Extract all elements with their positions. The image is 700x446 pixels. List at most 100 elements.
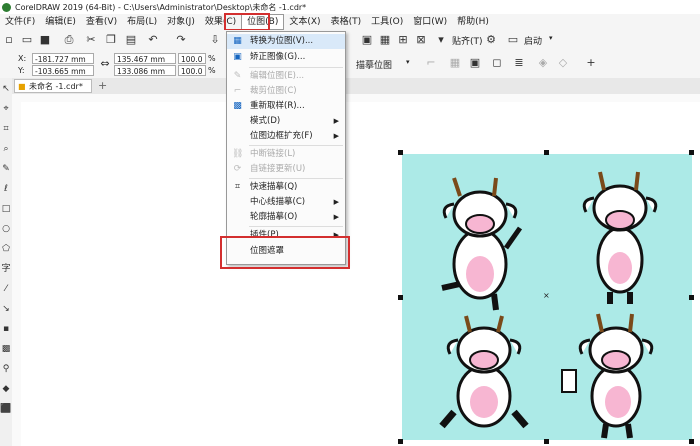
menu-item-quick-trace[interactable]: ⌗ 快速描摹(Q) [227, 180, 345, 195]
menu-edit[interactable]: 编辑(E) [40, 14, 81, 30]
x-position-field[interactable]: -181.727 mm [32, 53, 94, 64]
shape-tool-icon[interactable]: ⌖ [0, 102, 12, 116]
resample-toolbar-icon[interactable]: ▣ [468, 56, 482, 70]
cut-icon[interactable]: ✂ [84, 33, 98, 47]
import-icon[interactable]: ⇩ [208, 33, 222, 47]
menu-window[interactable]: 窗口(W) [408, 14, 452, 30]
menu-separator [249, 145, 343, 146]
cow-sad [582, 171, 658, 304]
menu-item-mode[interactable]: 模式(D) ▶ [227, 114, 345, 129]
open-folder-icon[interactable]: ▭ [20, 33, 34, 47]
menu-item-centerline-trace[interactable]: 中心线描摹(C) ▶ [227, 195, 345, 210]
zoom-tool-icon[interactable]: ⌕ [0, 142, 12, 156]
menu-table[interactable]: 表格(T) [326, 14, 367, 30]
menu-item-edit-bitmap[interactable]: ✎ 编辑位图(E)... [227, 69, 345, 84]
document-tab[interactable]: ■ 未命名 -1.cdr* [14, 79, 92, 93]
ellipse-tool-icon[interactable]: ○ [0, 222, 12, 236]
redo-icon[interactable]: ↷ [174, 33, 188, 47]
stack-icon[interactable]: ◇ [556, 56, 570, 70]
menu-item-resample[interactable]: ▩ 重新取样(R)... [227, 99, 345, 114]
options-gear-icon[interactable]: ⚙ [484, 33, 498, 47]
full-screen-icon[interactable]: ▣ [360, 33, 374, 47]
convert-bitmap-icon: ▦ [233, 36, 242, 46]
pick-tool-icon[interactable]: ↖ [0, 82, 12, 96]
y-position-field[interactable]: -103.665 mm [32, 65, 94, 76]
selection-handle-top[interactable] [544, 150, 549, 155]
paste-icon[interactable]: ▤ [124, 33, 138, 47]
scale-width-field[interactable]: 100.0 [178, 53, 206, 64]
snap-icon[interactable]: ⊠ [414, 33, 428, 47]
center-marker-icon: × [543, 291, 550, 300]
menu-item-outline-trace[interactable]: 轮廓描摹(O) ▶ [227, 210, 345, 225]
trace-bitmap-button[interactable]: 描摹位图 [356, 58, 392, 71]
selection-handle-left[interactable] [398, 295, 403, 300]
selection-handle-top-right[interactable] [689, 150, 694, 155]
interactive-fill-icon[interactable]: ◆ [0, 382, 12, 396]
document-tab-label: 未命名 -1.cdr* [29, 82, 83, 91]
highlight-box-bitmap-menu [224, 13, 270, 31]
freehand-tool-icon[interactable]: ✎ [0, 162, 12, 176]
wrap-text-icon[interactable]: ≣ [512, 56, 526, 70]
launch-dropdown-icon[interactable]: ▾ [549, 34, 553, 42]
trace-dropdown-icon[interactable]: ▾ [406, 58, 410, 66]
selection-handle-bottom-left[interactable] [398, 439, 403, 444]
new-document-icon[interactable]: ▫ [2, 33, 16, 47]
smart-fill-icon[interactable]: ⬛ [0, 402, 12, 416]
size-icon: ⇔ [100, 57, 110, 70]
undo-icon[interactable]: ↶ [146, 33, 160, 47]
snap-to-button[interactable]: 贴齐(T) [452, 34, 483, 47]
copy-icon[interactable]: ❐ [104, 33, 118, 47]
crop-bitmap-icon: ⌐ [233, 86, 242, 96]
menu-item-break-link[interactable]: ⛓ 中断链接(L) [227, 147, 345, 162]
menu-item-bitmap-border-expand[interactable]: 位图边框扩充(F) ▶ [227, 129, 345, 144]
property-bar: X: Y: -181.727 mm -103.665 mm ⇔ 135.467 … [0, 50, 700, 79]
guides-icon[interactable]: ⊞ [396, 33, 410, 47]
width-field[interactable]: 135.467 mm [114, 53, 176, 64]
save-icon[interactable]: ■ [38, 33, 52, 47]
standard-toolbar: ▫ ▭ ■ ⎙ ✂ ❐ ▤ ↶ ↷ ⇩ ▣ ▦ ⊞ ⊠ ▾ 贴齐(T) ⚙ ▭ … [0, 30, 700, 51]
print-icon[interactable]: ⎙ [62, 33, 76, 47]
submenu-arrow-icon: ▶ [333, 213, 339, 221]
layer-icon[interactable]: ◈ [536, 56, 550, 70]
menu-view[interactable]: 查看(V) [81, 14, 122, 30]
launch-icon[interactable]: ▭ [506, 33, 520, 47]
add-icon[interactable]: + [584, 56, 598, 70]
menu-object[interactable]: 对象(J) [162, 14, 200, 30]
menu-help[interactable]: 帮助(H) [452, 14, 494, 30]
crop-icon[interactable]: ⌐ [424, 56, 438, 70]
grid-icon[interactable]: ▦ [378, 33, 392, 47]
edit-bitmap-toolbar-icon[interactable]: ▦ [448, 56, 462, 70]
menu-item-update-link[interactable]: ⟳ 自链接更新(U) [227, 162, 345, 177]
launch-button[interactable]: 启动 [524, 34, 542, 47]
selection-handle-right[interactable] [689, 295, 694, 300]
edit-bitmap-icon: ✎ [233, 71, 242, 81]
drop-shadow-icon[interactable]: ▪ [0, 322, 12, 336]
parallel-dimension-icon[interactable]: ⁄ [0, 282, 12, 296]
submenu-arrow-icon: ▶ [333, 198, 339, 206]
menu-item-crop-bitmap[interactable]: ⌐ 裁剪位图(C) [227, 84, 345, 99]
scale-height-field[interactable]: 100.0 [178, 65, 206, 76]
artistic-media-icon[interactable]: ℓ [0, 182, 12, 196]
selection-handle-bottom-right[interactable] [689, 439, 694, 444]
transparency-icon[interactable]: ▩ [0, 342, 12, 356]
menu-tools[interactable]: 工具(O) [366, 14, 408, 30]
menu-item-convert-to-bitmap[interactable]: ▦ 转换为位图(V)... [227, 34, 345, 49]
selection-handle-top-left[interactable] [398, 150, 403, 155]
selection-handle-bottom[interactable] [544, 439, 549, 444]
text-tool-icon[interactable]: 字 [0, 262, 12, 276]
crop-tool-icon[interactable]: ⌗ [0, 122, 12, 136]
menu-item-straighten-image[interactable]: ▣ 矫正图像(G)... [227, 50, 345, 65]
connector-tool-icon[interactable]: ↘ [0, 302, 12, 316]
height-field[interactable]: 133.086 mm [114, 65, 176, 76]
menu-text[interactable]: 文本(X) [284, 14, 325, 30]
window-title: CorelDRAW 2019 (64-Bit) - C:\Users\Admin… [15, 2, 307, 12]
menu-file[interactable]: 文件(F) [0, 14, 40, 30]
new-tab-icon[interactable]: + [98, 79, 107, 92]
menu-layout[interactable]: 布局(L) [122, 14, 162, 30]
snap-menu-icon[interactable]: ▾ [434, 33, 448, 47]
polygon-tool-icon[interactable]: ⬠ [0, 242, 12, 256]
eyedropper-icon[interactable]: ⚲ [0, 362, 12, 376]
bitmap-border-icon[interactable]: ◻ [490, 56, 504, 70]
update-link-icon: ⟳ [233, 164, 242, 174]
rectangle-tool-icon[interactable]: □ [0, 202, 12, 216]
